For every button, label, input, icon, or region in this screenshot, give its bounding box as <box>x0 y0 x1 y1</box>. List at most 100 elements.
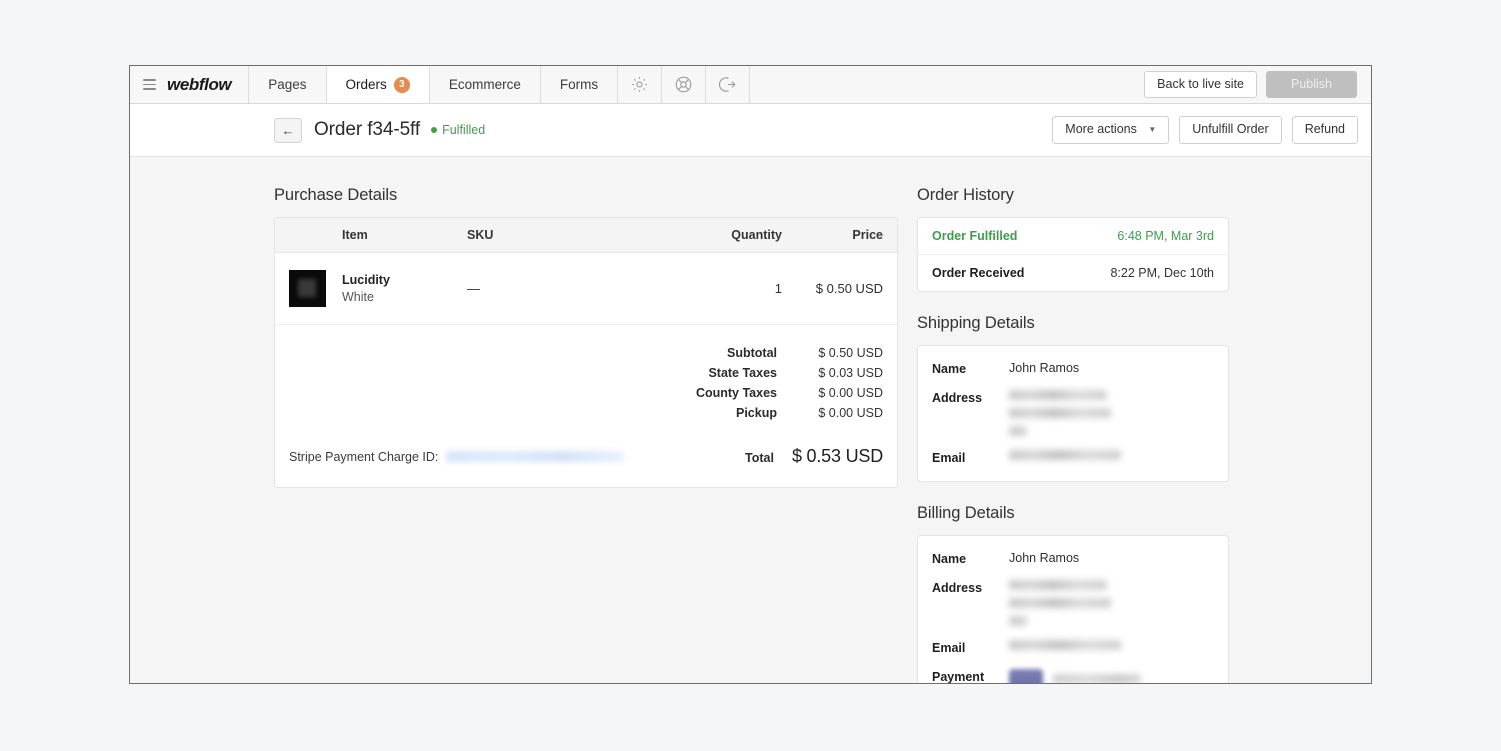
shipping-email-row: Email <box>932 450 1214 465</box>
column-header-item: Item <box>275 218 467 253</box>
billing-name-label: Name <box>932 552 967 566</box>
tab-orders-label: Orders <box>345 77 387 92</box>
stripe-charge-row: Stripe Payment Charge ID: Total $ 0.53 U… <box>275 432 897 487</box>
brand-label: webflow <box>167 74 232 94</box>
hamburger-icon[interactable] <box>143 79 156 90</box>
pickup-value: $ 0.00 USD <box>818 406 883 420</box>
redacted-text-line <box>1009 450 1121 460</box>
arrow-left-icon: ← <box>281 122 295 138</box>
subtotal-label: Subtotal <box>727 346 777 360</box>
shipping-email-value <box>1009 450 1121 465</box>
shipping-email-label: Email <box>932 451 966 465</box>
status-dot-icon <box>431 127 438 133</box>
cell-sku: — <box>467 252 647 325</box>
shipping-name-row: Name John Ramos <box>932 361 1214 376</box>
purchase-details-card: Item SKU Quantity Price Lucidity White —… <box>274 217 898 488</box>
nav-right-group: Back to live site Publish <box>1144 66 1371 103</box>
totals-row-state-taxes: State Taxes $ 0.03 USD <box>275 363 883 383</box>
redacted-text-line <box>1053 673 1141 683</box>
purchase-table-body: Lucidity White — 1 $ 0.50 USD <box>275 252 897 325</box>
state-taxes-value: $ 0.03 USD <box>818 366 883 380</box>
tab-forms-label: Forms <box>559 77 599 92</box>
stripe-charge-label: Stripe Payment Charge ID: <box>289 449 439 464</box>
more-actions-label: More actions <box>1065 122 1137 137</box>
product-thumbnail-shape <box>298 279 316 297</box>
purchase-details-title: Purchase Details <box>274 186 398 204</box>
chevron-down-icon: ▼ <box>1148 124 1157 134</box>
item-name: Lucidity <box>342 272 390 287</box>
settings-button[interactable] <box>618 66 663 103</box>
subtotal-value: $ 0.50 USD <box>818 346 883 360</box>
cell-quantity: 1 <box>647 252 782 325</box>
history-event-label: Order Fulfilled <box>932 229 1018 243</box>
tab-forms[interactable]: Forms <box>540 66 619 103</box>
redacted-text-line <box>1009 616 1027 626</box>
lifebuoy-icon <box>675 76 692 93</box>
order-history-title: Order History <box>917 186 1014 204</box>
state-taxes-label: State Taxes <box>708 366 777 380</box>
history-event-time: 6:48 PM, Mar 3rd <box>1117 229 1214 243</box>
help-button[interactable] <box>662 66 707 103</box>
redacted-text-line <box>1009 598 1111 608</box>
shipping-name-label: Name <box>932 362 967 376</box>
page-title: Order f34-5ff <box>314 119 421 140</box>
billing-address-label: Address <box>932 581 983 595</box>
order-actions: More actions ▼ Unfulfill Order Refund <box>1052 116 1358 144</box>
shipping-address-value <box>1009 390 1111 436</box>
totals-row-county-taxes: County Taxes $ 0.00 USD <box>275 383 883 403</box>
brand-area[interactable]: webflow <box>130 66 250 103</box>
product-thumbnail <box>289 270 326 307</box>
stripe-charge-id-link[interactable] <box>446 451 625 462</box>
billing-payment-value <box>1009 669 1141 683</box>
tab-ecommerce-label: Ecommerce <box>448 77 521 92</box>
shipping-address-row: Address <box>932 390 1214 436</box>
redacted-text-line <box>1009 408 1111 418</box>
billing-email-row: Email <box>932 640 1214 655</box>
tab-ecommerce[interactable]: Ecommerce <box>429 66 541 103</box>
purchase-details-column: Purchase Details Item SKU Quantity Price <box>274 186 898 488</box>
column-header-sku: SKU <box>467 218 647 253</box>
order-sidebar-column: Order History Order Fulfilled 6:48 PM, M… <box>917 186 1229 684</box>
nav-left-group: webflow Pages Orders 3 Ecommerce Forms <box>130 66 751 103</box>
history-event-label: Order Received <box>932 266 1025 280</box>
cell-price: $ 0.50 USD <box>782 252 897 325</box>
publish-button[interactable]: Publish <box>1266 70 1357 99</box>
redacted-text-line <box>1009 580 1107 590</box>
shipping-details-title: Shipping Details <box>917 314 1035 332</box>
billing-address-value <box>1009 580 1111 626</box>
history-entry-fulfilled: Order Fulfilled 6:48 PM, Mar 3rd <box>918 218 1228 254</box>
item-text-block: Lucidity White <box>342 272 390 306</box>
order-header-bar: ← Order f34-5ff Fulfilled More actions ▼… <box>130 104 1371 157</box>
gear-icon <box>632 77 648 92</box>
table-row: Lucidity White — 1 $ 0.50 USD <box>275 252 897 325</box>
billing-payment-row: Payment <box>932 669 1214 684</box>
redacted-text-line <box>1009 640 1121 650</box>
redacted-text-line <box>1009 426 1027 436</box>
billing-address-row: Address <box>932 580 1214 626</box>
tab-orders[interactable]: Orders 3 <box>326 66 430 103</box>
back-to-live-site-button[interactable]: Back to live site <box>1144 70 1257 99</box>
top-navigation-bar: webflow Pages Orders 3 Ecommerce Forms B… <box>130 66 1371 104</box>
refund-button[interactable]: Refund <box>1291 116 1358 144</box>
billing-payment-label: Payment <box>932 670 985 684</box>
status-badge: Fulfilled <box>431 123 485 137</box>
billing-details-card: Name John Ramos Address Email Payment <box>917 535 1229 684</box>
purchase-table: Item SKU Quantity Price Lucidity White —… <box>275 218 897 325</box>
total-label: Total <box>745 451 774 465</box>
unfulfill-order-button[interactable]: Unfulfill Order <box>1179 116 1282 144</box>
logout-button[interactable] <box>706 66 751 103</box>
orders-count-badge: 3 <box>393 76 410 93</box>
redacted-text-line <box>1009 390 1107 400</box>
tab-pages[interactable]: Pages <box>249 66 327 103</box>
totals-row-pickup: Pickup $ 0.00 USD <box>275 403 883 423</box>
back-button[interactable]: ← <box>274 117 302 143</box>
order-totals: Subtotal $ 0.50 USD State Taxes $ 0.03 U… <box>275 325 897 432</box>
shipping-name-value: John Ramos <box>1009 361 1080 375</box>
shipping-details-card: Name John Ramos Address Email <box>917 345 1229 482</box>
table-header-row: Item SKU Quantity Price <box>275 218 897 253</box>
shipping-address-label: Address <box>932 391 983 405</box>
column-header-price: Price <box>782 218 897 253</box>
webflow-app-window: webflow Pages Orders 3 Ecommerce Forms B… <box>129 65 1372 684</box>
more-actions-button[interactable]: More actions ▼ <box>1052 116 1170 144</box>
totals-row-subtotal: Subtotal $ 0.50 USD <box>275 343 883 363</box>
